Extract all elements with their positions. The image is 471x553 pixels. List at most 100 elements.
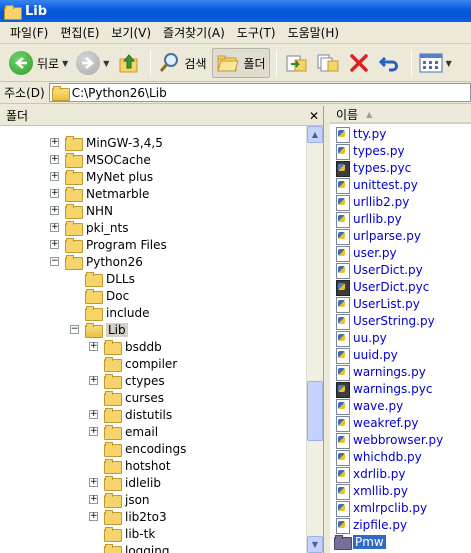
tree-expander[interactable]: + [50,155,59,164]
tree-item[interactable]: compiler [104,355,177,372]
tree-expander[interactable]: + [50,172,59,181]
close-icon[interactable]: ✕ [309,109,319,123]
file-item[interactable]: user.py [334,244,397,262]
tree-item[interactable]: lib2to3 [104,508,167,525]
file-item[interactable]: zipfile.py [334,516,407,534]
tree-expander[interactable]: + [89,478,98,487]
forward-arrow-icon [76,51,101,75]
dropdown-arrow-icon[interactable]: ▼ [446,59,452,68]
file-item[interactable]: xdrlib.py [334,465,405,483]
compiled-python-file-icon [334,381,350,398]
menu-file[interactable]: 파일(F) [4,23,54,43]
tree-item[interactable]: Python26 [65,253,143,270]
tree-item[interactable]: DLLs [85,270,135,287]
tree-expander[interactable]: + [50,206,59,215]
back-button[interactable]: 뒤로 ▼ [6,48,71,78]
tree-expander[interactable]: − [50,257,59,266]
dropdown-arrow-icon[interactable]: ▼ [62,59,68,68]
tree-expander[interactable]: + [89,512,98,521]
tree-item[interactable]: bsddb [104,338,162,355]
folders-button[interactable]: 폴더 [211,48,270,78]
file-item[interactable]: types.py [334,142,405,160]
file-item[interactable]: UserDict.pyc [334,278,429,296]
menu-view[interactable]: 보기(V) [105,23,157,43]
tree-item[interactable]: Lib [85,321,128,338]
file-item[interactable]: UserDict.py [334,261,423,279]
search-button[interactable]: 검색 [155,48,209,78]
file-item[interactable]: urllib.py [334,210,402,228]
file-item[interactable]: warnings.pyc [334,380,432,398]
folder-pane-scrollbar[interactable]: ▲ ▼ [306,126,323,553]
scroll-down-button[interactable]: ▼ [307,536,323,553]
tree-item[interactable]: ctypes [104,372,165,389]
copy-to-button[interactable] [313,48,343,78]
tree-expander[interactable]: + [50,189,59,198]
name-column-header[interactable]: 이름 ▲ [330,106,471,124]
dropdown-arrow-icon[interactable]: ▼ [103,59,109,68]
file-item[interactable]: urlparse.py [334,227,421,245]
tree-item[interactable]: Netmarble [65,185,149,202]
file-item[interactable]: types.pyc [334,159,411,177]
file-item[interactable]: UserList.py [334,295,420,313]
python-file-icon [334,398,350,415]
tree-item[interactable]: curses [104,389,164,406]
tree-item[interactable]: lib-tk [104,525,155,542]
delete-button[interactable] [345,48,373,78]
title-bar[interactable]: Lib [0,0,471,22]
tree-item[interactable]: pki_nts [65,219,128,236]
folder-icon [104,442,122,457]
file-item[interactable]: UserString.py [334,312,435,330]
address-field[interactable]: C:\Python26\Lib [48,83,471,102]
tree-expander[interactable]: + [50,240,59,249]
tree-item[interactable]: idlelib [104,474,161,491]
tree-item[interactable]: distutils [104,406,172,423]
file-item[interactable]: webbrowser.py [334,431,443,449]
folder-icon [104,527,122,542]
tree-expander[interactable]: + [50,138,59,147]
tree-item[interactable]: encodings [104,440,186,457]
tree-item[interactable]: Doc [85,287,129,304]
tree-expander[interactable]: + [89,342,98,351]
tree-item[interactable]: include [85,304,149,321]
tree-expander[interactable]: + [89,410,98,419]
file-item[interactable]: uu.py [334,329,387,347]
file-item[interactable]: Pmw [334,533,386,550]
tree-item[interactable]: NHN [65,202,113,219]
undo-button[interactable] [375,48,405,78]
file-item[interactable]: xmlrpclib.py [334,499,427,517]
tree-item[interactable]: logging [104,542,169,553]
tree-item[interactable]: Program Files [65,236,167,253]
scroll-up-button[interactable]: ▲ [307,126,323,143]
file-name: warnings.py [353,364,426,379]
tree-item-label: email [125,424,159,439]
views-button[interactable]: ▼ [416,48,455,78]
file-item[interactable]: unittest.py [334,176,418,194]
move-to-button[interactable] [281,48,311,78]
tree-expander[interactable]: + [89,495,98,504]
tree-item[interactable]: MyNet plus [65,168,153,185]
file-item[interactable]: wave.py [334,397,403,415]
tree-expander[interactable]: + [50,223,59,232]
tree-expander[interactable]: − [70,325,79,334]
tree-expander[interactable]: + [89,376,98,385]
file-item[interactable]: uuid.py [334,346,398,364]
forward-button[interactable]: ▼ [73,48,112,78]
tree-item[interactable]: MinGW-3,4,5 [65,134,163,151]
menu-help[interactable]: 도움말(H) [282,23,346,43]
file-item[interactable]: whichdb.py [334,448,422,466]
file-item[interactable]: warnings.py [334,363,426,381]
tree-item[interactable]: hotshot [104,457,171,474]
file-item[interactable]: urllib2.py [334,193,409,211]
scroll-thumb[interactable] [307,381,323,441]
tree-item[interactable]: MSOCache [65,151,151,168]
menu-favorites[interactable]: 즐겨찾기(A) [157,23,231,43]
file-item[interactable]: tty.py [334,125,386,143]
file-item[interactable]: weakref.py [334,414,418,432]
file-item[interactable]: xmllib.py [334,482,408,500]
menu-edit[interactable]: 편집(E) [54,23,105,43]
up-button[interactable] [114,48,144,78]
tree-expander[interactable]: + [89,427,98,436]
tree-item[interactable]: json [104,491,150,508]
menu-tools[interactable]: 도구(T) [231,23,282,43]
tree-item[interactable]: email [104,423,158,440]
